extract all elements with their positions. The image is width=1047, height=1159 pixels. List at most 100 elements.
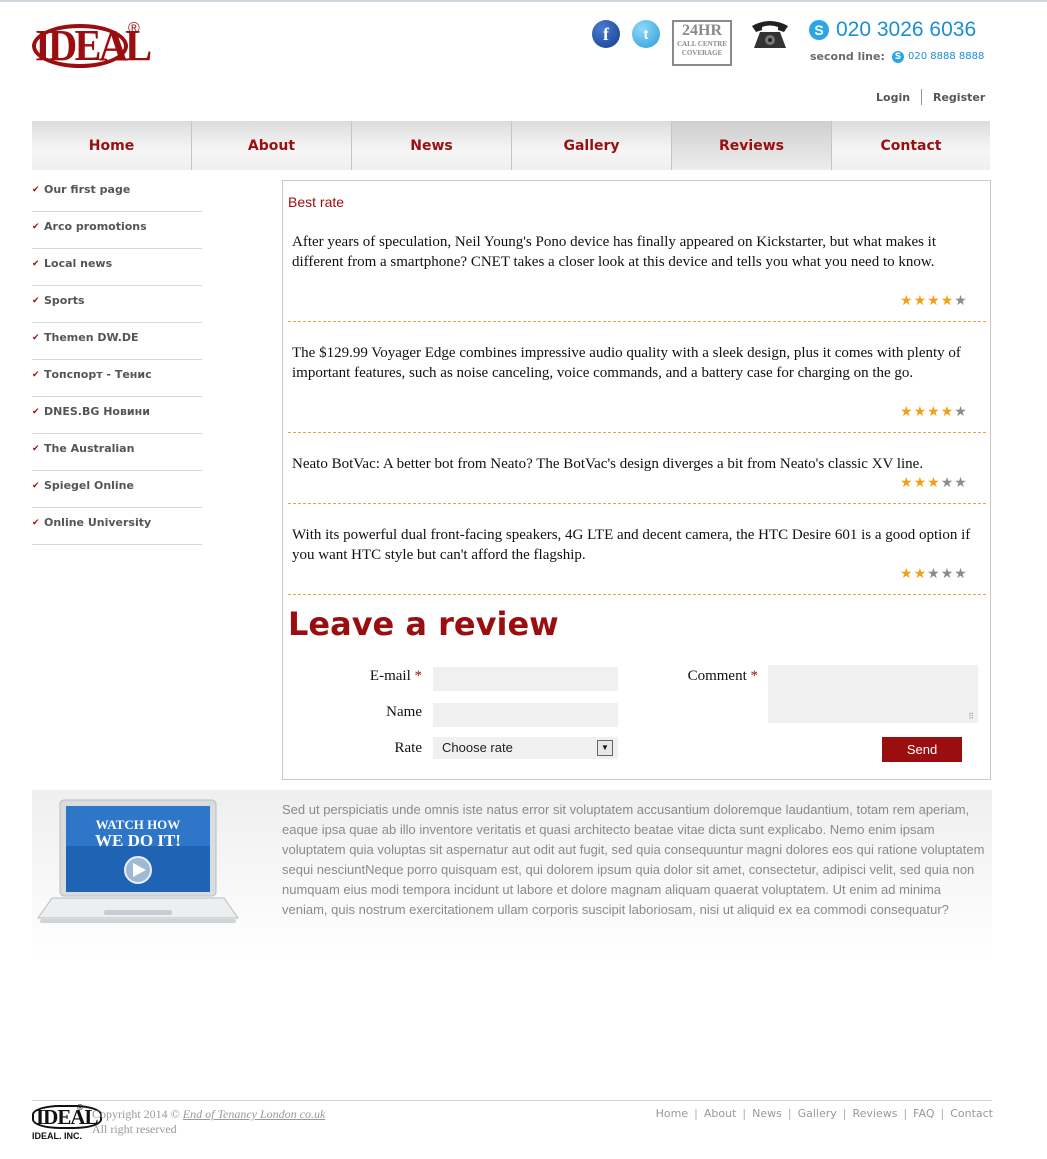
rate-label: Rate bbox=[394, 740, 423, 756]
footer-link-reviews[interactable]: Reviews bbox=[852, 1107, 897, 1120]
video-title-line2: WE DO IT! bbox=[95, 831, 181, 850]
star-filled-icon: ★ bbox=[913, 475, 927, 491]
sidebar-item-spiegel-online[interactable]: ✔ Spiegel Online bbox=[32, 471, 202, 508]
rating-stars: ★ ★ ★ ★ ★ bbox=[900, 405, 980, 419]
nav-reviews[interactable]: Reviews bbox=[672, 121, 832, 170]
sidebar-item-label: DNES.BG Новини bbox=[44, 405, 150, 418]
watch-video-laptop[interactable]: WATCH HOW WE DO IT! bbox=[34, 798, 239, 928]
review-divider bbox=[288, 432, 986, 433]
nav-about[interactable]: About bbox=[192, 121, 352, 170]
sidebar-item-local-news[interactable]: ✔ Local news bbox=[32, 249, 202, 286]
video-title-line1: WATCH HOW bbox=[95, 817, 181, 832]
name-label: Name bbox=[386, 704, 422, 720]
copyright-line: Copyright 2014 © End of Tenancy London c… bbox=[92, 1107, 325, 1122]
star-empty-icon: ★ bbox=[954, 404, 967, 420]
nav-home[interactable]: Home bbox=[32, 121, 192, 170]
nav-gallery[interactable]: Gallery bbox=[512, 121, 672, 170]
copyright-prefix: Copyright 2014 © bbox=[92, 1107, 180, 1121]
footer-link-about[interactable]: About bbox=[704, 1107, 737, 1120]
footer-link-news[interactable]: News bbox=[752, 1107, 782, 1120]
footer-logo-reg: ® bbox=[76, 1103, 84, 1112]
star-filled-icon: ★ bbox=[913, 566, 927, 582]
nav-news[interactable]: News bbox=[352, 121, 512, 170]
sidebar-item-topsport[interactable]: ✔ Топспорт - Тенис bbox=[32, 360, 202, 397]
skype-small-icon: S bbox=[892, 51, 904, 63]
footer-separator: | bbox=[787, 1107, 792, 1120]
promo-text: Sed ut perspiciatis unde omnis iste natu… bbox=[282, 802, 985, 917]
star-empty-icon: ★ bbox=[954, 293, 967, 309]
comment-field[interactable]: ⠿ bbox=[768, 665, 978, 723]
site-logo[interactable]: IDEAL ® bbox=[32, 20, 152, 72]
nav-contact[interactable]: Contact bbox=[832, 121, 990, 170]
star-filled-icon: ★ bbox=[913, 293, 927, 309]
twitter-icon[interactable]: t bbox=[632, 20, 660, 48]
sidebar-item-label: Топспорт - Тенис bbox=[44, 368, 152, 381]
copyright-link[interactable]: End of Tenancy London co.uk bbox=[183, 1107, 326, 1121]
login-link[interactable]: Login bbox=[876, 91, 910, 104]
sidebar: ✔ Our first page ✔ Arco promotions ✔ Local … bbox=[32, 175, 202, 545]
footer-logo[interactable]: IDEAL ® IDEAL. INC. bbox=[32, 1103, 102, 1145]
phone-second[interactable]: 020 8888 8888 bbox=[908, 51, 984, 62]
check-icon: ✔ bbox=[32, 481, 40, 491]
star-empty-icon: ★ bbox=[927, 566, 940, 582]
check-icon: ✔ bbox=[32, 518, 40, 528]
phone-main[interactable]: 020 3026 6036 bbox=[836, 18, 976, 42]
sidebar-item-themen-dw[interactable]: ✔ Themen DW.DE bbox=[32, 323, 202, 360]
main-nav: Home About News Gallery Reviews Contact bbox=[32, 121, 990, 170]
check-icon: ✔ bbox=[32, 185, 40, 195]
review-text: After years of speculation, Neil Young's… bbox=[292, 234, 937, 270]
sidebar-item-label: Themen DW.DE bbox=[44, 331, 139, 344]
footer-separator: | bbox=[694, 1107, 698, 1120]
footer-link-home[interactable]: Home bbox=[656, 1107, 688, 1120]
check-icon: ✔ bbox=[32, 333, 40, 343]
rate-select[interactable]: Choose rate ▼ bbox=[433, 737, 618, 759]
callcentre-line1: CALL CENTRE bbox=[677, 40, 727, 48]
footer-separator: | bbox=[903, 1107, 908, 1120]
footer-link-contact[interactable]: Contact bbox=[950, 1107, 993, 1120]
sidebar-item-arco-promotions[interactable]: ✔ Arco promotions bbox=[32, 212, 202, 249]
form-title: Leave a review bbox=[288, 605, 559, 643]
sidebar-item-sports[interactable]: ✔ Sports bbox=[32, 286, 202, 323]
review-text: Neato BotVac: A better bot from Neato? T… bbox=[292, 456, 924, 472]
register-link[interactable]: Register bbox=[933, 91, 985, 104]
star-filled-icon: ★ bbox=[913, 404, 927, 420]
footer-separator: | bbox=[842, 1107, 847, 1120]
send-button[interactable]: Send bbox=[882, 737, 962, 762]
sidebar-item-label: Spiegel Online bbox=[44, 479, 134, 492]
telephone-icon bbox=[748, 18, 792, 50]
skype-icon[interactable]: S bbox=[809, 20, 829, 40]
sidebar-item-label: Arco promotions bbox=[44, 220, 147, 233]
review-divider bbox=[288, 594, 986, 595]
star-empty-icon: ★ bbox=[954, 566, 967, 582]
callcentre-24hr: 24HR bbox=[682, 22, 722, 39]
check-icon: ✔ bbox=[32, 259, 40, 269]
footer-link-faq[interactable]: FAQ bbox=[913, 1107, 934, 1120]
footer-link-gallery[interactable]: Gallery bbox=[798, 1107, 837, 1120]
sidebar-item-online-university[interactable]: ✔ Online University bbox=[32, 508, 202, 545]
check-icon: ✔ bbox=[32, 407, 40, 417]
chevron-down-icon[interactable]: ▼ bbox=[597, 740, 613, 756]
name-field[interactable] bbox=[433, 703, 618, 727]
footer-rule bbox=[32, 1100, 992, 1101]
star-empty-icon: ★ bbox=[954, 475, 967, 491]
star-filled-icon: ★ bbox=[927, 475, 940, 491]
star-empty-icon: ★ bbox=[940, 475, 954, 491]
rating-stars: ★ ★ ★ ★ ★ bbox=[900, 567, 980, 581]
email-field[interactable] bbox=[433, 667, 618, 691]
review-divider bbox=[288, 503, 986, 504]
email-label-text: E-mail bbox=[369, 668, 411, 684]
footer-separator: | bbox=[742, 1107, 747, 1120]
sidebar-item-dnes-bg[interactable]: ✔ DNES.BG Новини bbox=[32, 397, 202, 434]
rights-reserved: All right reserved bbox=[92, 1122, 177, 1136]
sidebar-item-label: Our first page bbox=[44, 183, 131, 196]
resize-grip-icon[interactable]: ⠿ bbox=[968, 712, 974, 721]
star-filled-icon: ★ bbox=[927, 293, 940, 309]
facebook-icon[interactable]: f bbox=[592, 20, 620, 48]
star-empty-icon: ★ bbox=[940, 566, 954, 582]
call-centre-icon: 24HR CALL CENTRE COVERAGE bbox=[672, 20, 732, 66]
sidebar-item-our-first-page[interactable]: ✔ Our first page bbox=[32, 175, 202, 212]
callcentre-line2: COVERAGE bbox=[681, 49, 723, 57]
review-divider bbox=[288, 321, 986, 322]
check-icon: ✔ bbox=[32, 222, 40, 232]
sidebar-item-the-australian[interactable]: ✔ The Australian bbox=[32, 434, 202, 471]
